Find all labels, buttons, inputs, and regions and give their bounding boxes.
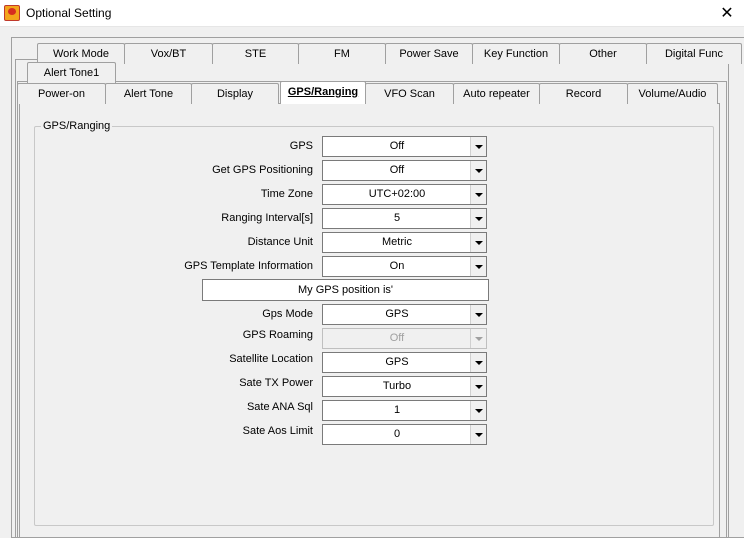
sate-aos-limit-label: Sate Aos Limit: [242, 425, 313, 437]
sate-tx-power-select[interactable]: Turbo: [322, 376, 487, 397]
chevron-down-icon: [470, 329, 486, 348]
sate-ana-sql-select[interactable]: 1: [322, 400, 487, 421]
group-title: GPS/Ranging: [41, 120, 113, 132]
chevron-down-icon[interactable]: [470, 305, 486, 324]
chevron-down-icon[interactable]: [470, 353, 486, 372]
gps-template-information-label: GPS Template Information: [184, 260, 313, 272]
tab-work-mode[interactable]: Work Mode: [37, 43, 125, 64]
chevron-down-icon[interactable]: [470, 233, 486, 252]
gps-template-information-select[interactable]: On: [322, 256, 487, 277]
ranging-interval-select[interactable]: 5: [322, 208, 487, 229]
tab-key-function[interactable]: Key Function: [472, 43, 560, 64]
sate-ana-sql-value: 1: [393, 404, 401, 416]
sate-ana-sql-label: Sate ANA Sql: [246, 401, 313, 413]
ranging-interval-label: Ranging Interval[s]: [221, 212, 313, 224]
get-gps-positioning-value: Off: [389, 164, 405, 176]
distance-unit-value: Metric: [382, 236, 412, 248]
window-title: Optional Setting: [26, 6, 112, 20]
chevron-down-icon[interactable]: [470, 377, 486, 396]
tab-volume-audio[interactable]: Volume/Audio: [627, 83, 718, 104]
tab-display[interactable]: Display: [191, 83, 279, 104]
gps-template-text-input[interactable]: My GPS position is': [202, 279, 489, 301]
chevron-down-icon[interactable]: [470, 425, 486, 444]
title-bar: Optional Setting ✕: [0, 0, 744, 27]
distance-unit-label: Distance Unit: [247, 236, 313, 248]
chevron-down-icon[interactable]: [470, 161, 486, 180]
get-gps-positioning-label: Get GPS Positioning: [212, 164, 313, 176]
tab-power-on[interactable]: Power-on: [17, 83, 106, 104]
chevron-down-icon[interactable]: [470, 209, 486, 228]
gps-roaming-value: Off: [389, 332, 405, 344]
sate-tx-power-label: Sate TX Power: [239, 377, 313, 389]
distance-unit-select[interactable]: Metric: [322, 232, 487, 253]
gps-value: Off: [389, 140, 405, 152]
tab-fm[interactable]: FM: [298, 43, 386, 64]
sate-aos-limit-select[interactable]: 0: [322, 424, 487, 445]
tab-record[interactable]: Record: [539, 83, 628, 104]
tab-power-save[interactable]: Power Save: [385, 43, 473, 64]
tab-other[interactable]: Other: [559, 43, 647, 64]
app-logo-icon: [4, 5, 20, 21]
ranging-interval-value: 5: [393, 212, 401, 224]
time-zone-select[interactable]: UTC+02:00: [322, 184, 487, 205]
gps-select[interactable]: Off: [322, 136, 487, 157]
get-gps-positioning-select[interactable]: Off: [322, 160, 487, 181]
gps-label: GPS: [289, 140, 313, 152]
gps-ranging-page: GPS/Ranging GPS Off Get GPS Positioning …: [19, 103, 720, 538]
chevron-down-icon[interactable]: [470, 257, 486, 276]
chevron-down-icon[interactable]: [470, 401, 486, 420]
chevron-down-icon[interactable]: [470, 185, 486, 204]
close-icon[interactable]: ✕: [710, 0, 744, 27]
tab-gps-ranging-label: GPS/Ranging: [287, 86, 359, 98]
sate-tx-power-value: Turbo: [382, 380, 412, 392]
gps-mode-value: GPS: [385, 308, 409, 320]
tab-alert-tone[interactable]: Alert Tone: [105, 83, 192, 104]
time-zone-label: Time Zone: [260, 188, 313, 200]
tab-alert-tone1[interactable]: Alert Tone1: [27, 62, 116, 83]
tab-ste[interactable]: STE: [212, 43, 299, 64]
sate-aos-limit-value: 0: [393, 428, 401, 440]
satellite-location-label: Satellite Location: [229, 353, 313, 365]
tab-digital-func[interactable]: Digital Func: [646, 43, 742, 64]
tab-gps-ranging[interactable]: GPS/Ranging: [280, 81, 366, 104]
satellite-location-value: GPS: [385, 356, 409, 368]
satellite-location-select[interactable]: GPS: [322, 352, 487, 373]
chevron-down-icon[interactable]: [470, 137, 486, 156]
gps-roaming-select: Off: [322, 328, 487, 349]
tab-vfo-scan[interactable]: VFO Scan: [365, 83, 454, 104]
gps-mode-select[interactable]: GPS: [322, 304, 487, 325]
tab-vox-bt[interactable]: Vox/BT: [124, 43, 213, 64]
gps-template-information-value: On: [389, 260, 405, 272]
time-zone-value: UTC+02:00: [368, 188, 426, 200]
gps-mode-label: Gps Mode: [262, 308, 313, 320]
gps-roaming-label: GPS Roaming: [242, 329, 313, 341]
tab-auto-repeater[interactable]: Auto repeater: [453, 83, 540, 104]
